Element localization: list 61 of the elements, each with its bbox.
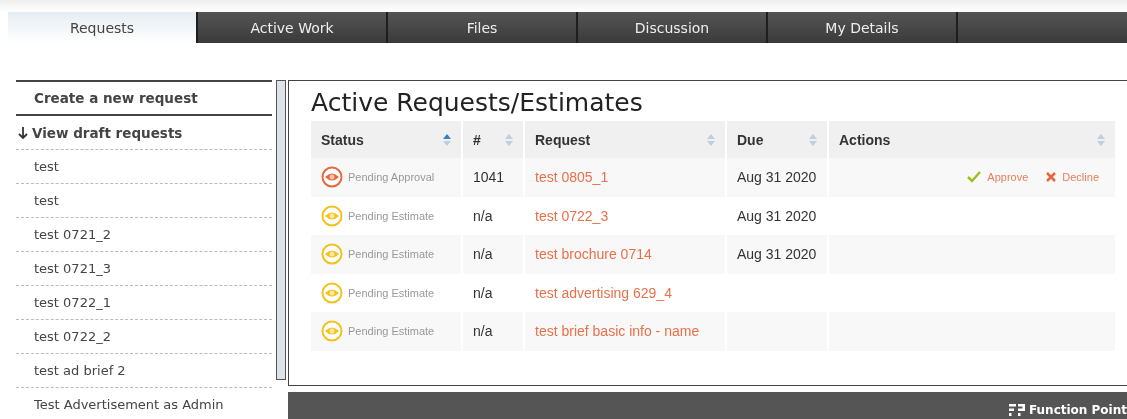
header-label: Due [737,131,764,148]
sort-icon[interactable] [443,133,451,146]
draft-request-link[interactable]: test 0721_3 [16,252,272,286]
eye-icon [321,204,343,227]
header-label: Actions [839,131,891,148]
toggle-link[interactable]: View draft requests [16,116,272,150]
table-cell: n/a [473,207,493,224]
down-arrow-icon [18,126,28,139]
status-label: Pending Approval [348,171,435,184]
column-header[interactable]: Status [311,121,462,158]
draft-request-link[interactable]: test 0721_2 [16,218,272,252]
header-label: Request [535,131,591,148]
table-cell: Aug 31 2020 [737,207,817,224]
nav-tab[interactable]: My Details [768,12,958,43]
table-cell: n/a [473,246,493,263]
scrollbar[interactable] [276,80,286,380]
create-request-link[interactable]: Create a new request [16,82,272,116]
draft-request-link[interactable]: test [16,184,272,218]
status-label: Pending Estimate [348,209,435,222]
draft-request-link[interactable]: test ad brief 2 [16,354,272,388]
check-icon [967,171,982,184]
draft-request-link[interactable]: test 0722_2 [16,320,272,354]
table-cell: n/a [473,323,493,340]
link-label: test 0721_2 [34,227,111,242]
draft-request-link[interactable]: Test Advertisement as Admin [16,388,272,419]
table-cell: n/a [473,284,493,301]
link-label: Create a new request [34,90,198,106]
nav-tab[interactable]: Requests [8,12,198,43]
draft-request-link[interactable]: test 0722_1 [16,286,272,320]
close-icon [1046,172,1057,183]
link-label: Test Advertisement as Admin [34,397,224,412]
status-label: Pending Estimate [348,325,435,338]
table-cell: Aug 31 2020 [737,169,817,186]
brand-name: Function Point [1028,403,1127,417]
table-cell: 1041 [473,169,505,186]
status-label: Pending Estimate [348,286,435,299]
draft-request-link[interactable]: test [16,150,272,184]
eye-icon [321,243,343,266]
logo-icon [1008,404,1025,416]
nav-tab[interactable]: Active Work [198,12,388,43]
header-label: # [473,131,481,148]
link-label: test 0721_3 [34,261,111,276]
link-label: test [34,193,59,208]
eye-icon [321,166,343,189]
link-label: test ad brief 2 [34,363,126,378]
column-header[interactable]: Actions [828,121,1116,158]
table-cell: Aug 31 2020 [737,246,817,263]
column-header[interactable]: # [462,121,524,158]
column-header[interactable]: Due [726,121,828,158]
page-title: Active Requests/Estimates [311,86,644,119]
column-header[interactable]: Request [524,121,726,158]
nav-tab[interactable]: Discussion [578,12,768,43]
eye-icon [321,320,343,343]
link-label: test 0722_2 [34,329,111,344]
nav-tab[interactable]: Files [388,12,578,43]
header-label: Status [321,131,364,148]
link-label: View draft requests [32,124,183,141]
eye-icon [321,281,343,304]
link-label: test [34,159,59,174]
status-label: Pending Estimate [348,248,435,261]
link-label: test 0722_1 [34,295,111,310]
